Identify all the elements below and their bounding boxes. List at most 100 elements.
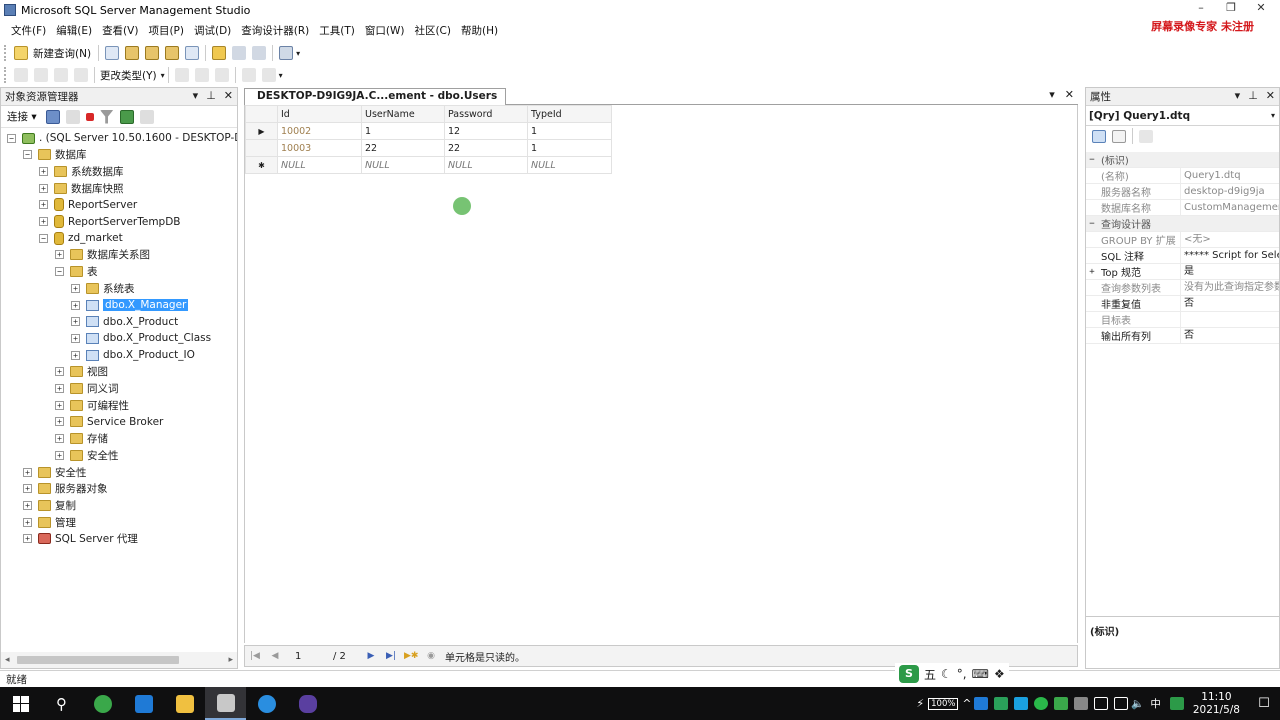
summary-icon[interactable] <box>139 109 154 124</box>
show-diagram-pane-icon[interactable] <box>14 68 28 82</box>
property-value[interactable]: 否 <box>1180 328 1279 343</box>
refresh-icon[interactable] <box>119 109 134 124</box>
tree-item[interactable]: + dbo.X_Product_IO <box>71 347 195 363</box>
wechat-icon[interactable] <box>1034 697 1049 710</box>
sogou-ime-icon[interactable]: S <box>899 665 919 683</box>
expand-icon[interactable]: + <box>23 534 32 544</box>
tree-item[interactable]: + 存储 <box>55 431 108 447</box>
properties-object-selector[interactable]: [Qry] Query1.dtq ▾ <box>1086 106 1279 126</box>
property-value[interactable]: 没有为此查询指定参数 <box>1180 280 1279 295</box>
add-table-icon[interactable] <box>241 68 256 82</box>
notification-center-button[interactable]: ☐ <box>1248 687 1280 720</box>
collapse-icon[interactable]: − <box>55 267 64 277</box>
new-record-icon[interactable]: ▶✱ <box>404 651 418 661</box>
expand-icon[interactable]: + <box>55 250 64 260</box>
expand-icon[interactable]: + <box>55 400 64 410</box>
expand-icon[interactable]: + <box>71 333 80 343</box>
connect-dropdown[interactable]: 连接 ▾ <box>7 109 37 124</box>
tree-item[interactable]: + Service Broker <box>55 414 163 430</box>
soft-keyboard-icon[interactable]: ⌨ <box>972 667 989 681</box>
tree-item[interactable]: + SQL Server 代理 <box>23 531 138 547</box>
tree-item[interactable]: + 视图 <box>55 364 108 380</box>
property-row[interactable]: + Top 规范 是 <box>1086 264 1279 280</box>
property-value[interactable] <box>1180 312 1279 327</box>
alphabetical-icon[interactable] <box>1112 129 1126 143</box>
close-icon[interactable]: ✕ <box>1246 0 1276 18</box>
collapse-icon[interactable]: − <box>7 133 16 143</box>
table-row[interactable]: 10003 22 22 1 <box>245 139 612 157</box>
open-file-icon[interactable] <box>212 46 227 60</box>
battery-indicator[interactable]: 100% <box>928 697 959 710</box>
last-record-icon[interactable]: ▶| <box>384 651 398 661</box>
column-header-typeid[interactable]: TypeId <box>527 105 612 123</box>
volume-icon[interactable]: 🔈 <box>1131 697 1144 710</box>
expand-icon[interactable]: + <box>23 484 32 494</box>
tree-item[interactable]: + 同义词 <box>55 381 119 397</box>
first-record-icon[interactable]: |◀ <box>248 651 262 661</box>
expand-icon[interactable]: + <box>1086 267 1098 277</box>
menu-item[interactable]: 工具(T) <box>314 23 360 38</box>
tray-app-icon[interactable] <box>1054 697 1069 710</box>
expand-icon[interactable]: + <box>55 367 64 377</box>
horizontal-scrollbar[interactable]: ◂ ▸ <box>1 652 237 668</box>
row-selector-new[interactable]: ✱ <box>245 156 278 174</box>
menu-item[interactable]: 帮助(H) <box>456 23 503 38</box>
activity-monitor-icon[interactable] <box>279 46 294 60</box>
stop-icon[interactable] <box>85 112 94 121</box>
categorized-icon[interactable] <box>1092 129 1106 143</box>
input-language-label[interactable]: 中 <box>1150 696 1161 711</box>
table-row[interactable]: ▶ 10002 1 12 1 <box>245 122 612 140</box>
taskbar-app-ssms[interactable] <box>205 687 246 720</box>
taskbar-app-vs[interactable] <box>287 687 328 720</box>
menu-item[interactable]: 查询设计器(R) <box>236 23 314 38</box>
property-row[interactable]: 非重复值 否 <box>1086 296 1279 312</box>
property-value[interactable]: CustomManagement <box>1180 200 1279 215</box>
panel-menu-icon[interactable]: ▾ <box>1235 89 1241 102</box>
expand-icon[interactable]: + <box>23 517 32 527</box>
property-row[interactable]: (名称) Query1.dtq <box>1086 168 1279 184</box>
property-row[interactable]: SQL 注释 ***** Script for SelectTopNRows <box>1086 248 1279 264</box>
collapse-icon[interactable]: − <box>1086 219 1098 229</box>
tree-item[interactable]: + 数据库快照 <box>39 180 124 196</box>
menu-item[interactable]: 社区(C) <box>409 23 456 38</box>
close-document-icon[interactable]: ✕ <box>1065 88 1074 101</box>
table-row-new[interactable]: ✱ NULL NULL NULL NULL <box>245 156 612 174</box>
moon-icon[interactable]: ☾ <box>941 667 952 681</box>
property-row[interactable]: GROUP BY 扩展 <无> <box>1086 232 1279 248</box>
menu-item[interactable]: 编辑(E) <box>51 23 97 38</box>
panel-menu-icon[interactable]: ▾ <box>193 89 199 102</box>
wubi-mode-label[interactable]: 五 <box>924 666 936 683</box>
column-header-id[interactable]: Id <box>277 105 362 123</box>
tree-item[interactable]: − zd_market <box>39 230 123 246</box>
collapse-icon[interactable]: − <box>1086 155 1098 165</box>
database-engine-query-icon[interactable] <box>125 46 140 60</box>
menu-item[interactable]: 查看(V) <box>97 23 143 38</box>
tree-item[interactable]: + 安全性 <box>55 447 119 463</box>
row-selector-header[interactable] <box>245 105 278 123</box>
property-row[interactable]: 目标表 <box>1086 312 1279 328</box>
show-results-pane-icon[interactable] <box>74 68 88 82</box>
group-by-icon[interactable] <box>214 68 229 82</box>
save-icon[interactable] <box>232 46 247 60</box>
next-record-icon[interactable]: ▶ <box>364 651 378 661</box>
minimize-icon[interactable]: – <box>1186 0 1216 18</box>
scroll-right-icon[interactable]: ▸ <box>228 655 233 665</box>
current-page-field[interactable]: 1 <box>295 651 333 662</box>
column-header-username[interactable]: UserName <box>361 105 445 123</box>
expand-icon[interactable]: + <box>71 283 80 293</box>
tray-app-icon[interactable] <box>994 697 1009 710</box>
tree-item[interactable]: − 数据库 <box>23 147 87 163</box>
tree-item[interactable]: + 复制 <box>23 497 76 513</box>
collapse-icon[interactable]: − <box>23 150 32 160</box>
row-selector-current[interactable]: ▶ <box>245 122 278 140</box>
save-all-icon[interactable] <box>252 46 267 60</box>
tree-item[interactable]: + ReportServerTempDB <box>39 214 181 230</box>
network-icon[interactable] <box>1094 697 1109 710</box>
grid-cell[interactable]: NULL <box>277 156 362 174</box>
property-value[interactable]: Query1.dtq <box>1180 168 1279 183</box>
expand-icon[interactable]: + <box>55 417 64 427</box>
tree-item[interactable]: + dbo.X_Product <box>71 314 178 330</box>
property-value[interactable]: 否 <box>1180 296 1279 311</box>
grid-cell[interactable]: NULL <box>527 156 612 174</box>
taskbar-app-ie[interactable] <box>246 687 287 720</box>
